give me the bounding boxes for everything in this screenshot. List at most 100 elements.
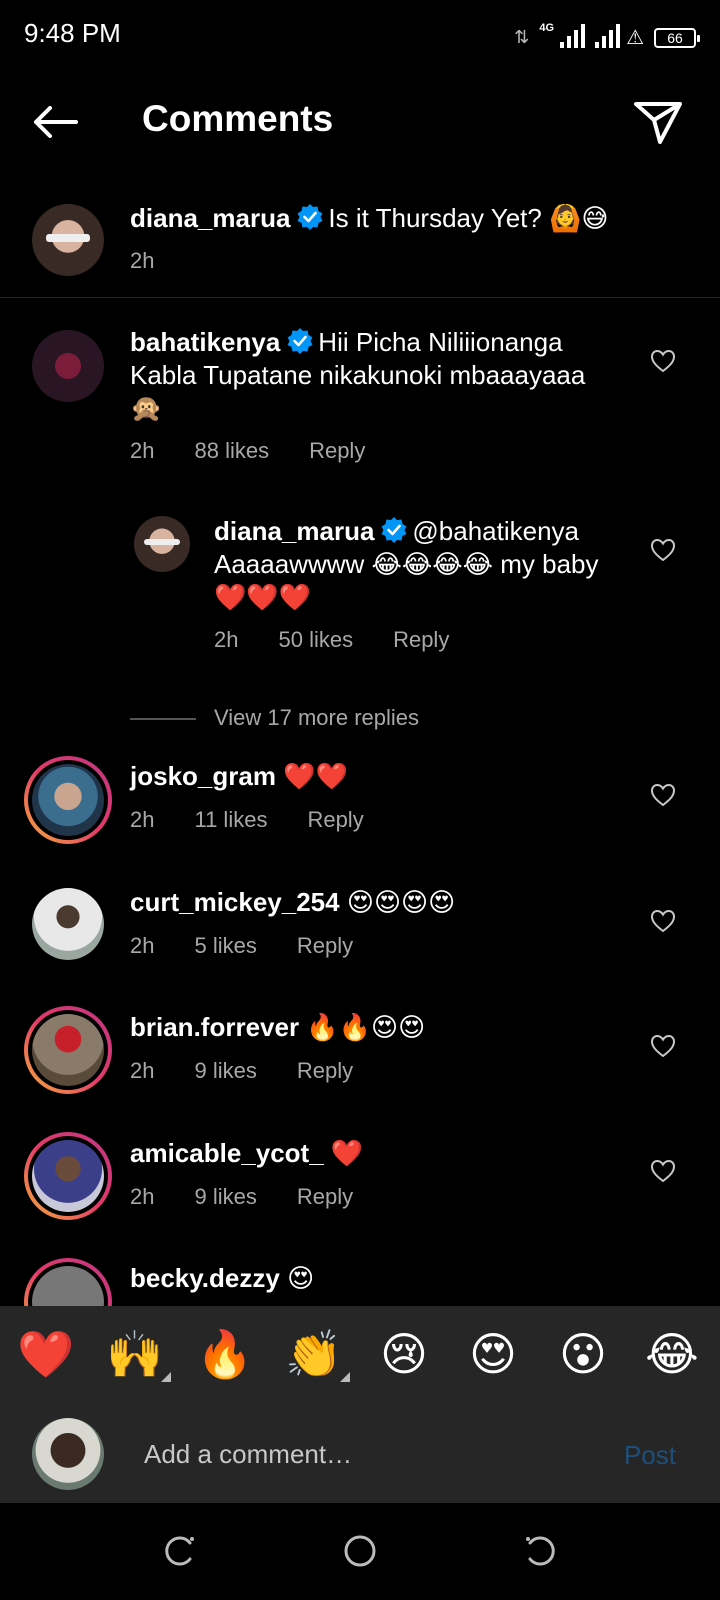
likes-count[interactable]: 88 likes xyxy=(194,438,269,464)
share-icon[interactable] xyxy=(632,96,684,148)
timestamp: 2h xyxy=(130,438,155,463)
comment-text: becky.dezzy 😍 xyxy=(130,1262,620,1295)
caption-text: diana_marua Is it Thursday Yet? 🙆😅 xyxy=(130,202,690,235)
likes-count[interactable]: 9 likes xyxy=(194,1184,256,1210)
reply-button[interactable]: Reply xyxy=(297,1184,353,1210)
skin-tone-indicator-icon xyxy=(161,1372,171,1382)
avatar[interactable] xyxy=(32,330,104,402)
likes-count[interactable]: 9 likes xyxy=(194,1058,256,1084)
back-nav-icon[interactable] xyxy=(522,1533,558,1569)
avatar[interactable] xyxy=(24,1006,112,1094)
comment-text: diana_marua @bahatikenya Aaaaawwww 😂😂😂😂 m… xyxy=(214,515,614,614)
battery-icon: 66 xyxy=(654,28,700,48)
current-user-avatar xyxy=(32,1418,104,1490)
page-title: Comments xyxy=(142,98,334,139)
emoji-heart-button[interactable]: ❤️ xyxy=(16,1324,76,1384)
reply-button[interactable]: Reply xyxy=(309,438,365,464)
quick-emoji-bar: ❤️ 🙌 🔥 👏 😢 😍 😮 😂 xyxy=(0,1324,720,1384)
username[interactable]: diana_marua xyxy=(214,516,374,546)
timestamp: 2h xyxy=(130,933,155,958)
battery-level: 66 xyxy=(667,30,683,46)
username[interactable]: bahatikenya xyxy=(130,327,280,357)
post-button[interactable]: Post xyxy=(624,1440,676,1471)
likes-count[interactable]: 5 likes xyxy=(194,933,256,959)
skin-tone-indicator-icon xyxy=(340,1372,350,1382)
comment-body: ❤️❤️ xyxy=(283,761,348,791)
like-heart-icon[interactable] xyxy=(650,348,676,374)
avatar[interactable] xyxy=(134,516,190,572)
reply-button[interactable]: Reply xyxy=(297,933,353,959)
emoji-crying-button[interactable]: 😢 xyxy=(374,1324,434,1384)
caption-meta: 2h xyxy=(130,248,194,274)
avatar[interactable] xyxy=(24,1132,112,1220)
reply-button[interactable]: Reply xyxy=(307,807,363,833)
timestamp: 2h xyxy=(130,1058,155,1083)
emoji-surprised-button[interactable]: 😮 xyxy=(553,1324,613,1384)
like-heart-icon[interactable] xyxy=(650,1158,676,1184)
likes-count[interactable]: 11 likes xyxy=(194,807,267,833)
view-more-replies-button[interactable]: View 17 more replies xyxy=(214,705,419,731)
reply-button[interactable]: Reply xyxy=(393,627,449,653)
comment-body: ❤️ xyxy=(330,1138,364,1168)
replies-divider xyxy=(130,718,196,720)
reply-button[interactable]: Reply xyxy=(297,1058,353,1084)
back-arrow-icon[interactable] xyxy=(28,100,84,144)
emoji-raised-hands-button[interactable]: 🙌 xyxy=(105,1324,171,1384)
comment-meta: 2h 9 likes Reply xyxy=(130,1184,393,1210)
likes-count[interactable]: 50 likes xyxy=(278,627,353,653)
recent-apps-icon[interactable] xyxy=(162,1533,198,1569)
signal-icon xyxy=(560,24,586,48)
comment-composer-panel: ❤️ 🙌 🔥 👏 😢 😍 😮 😂 Post xyxy=(0,1306,720,1503)
username[interactable]: becky.dezzy xyxy=(130,1263,280,1293)
emoji-glyph: 🙌 xyxy=(106,1327,164,1381)
username[interactable]: josko_gram xyxy=(130,761,276,791)
signal-icon-2 xyxy=(595,24,621,48)
avatar[interactable] xyxy=(24,756,112,844)
timestamp: 2h xyxy=(130,248,155,273)
username[interactable]: amicable_ycot_ xyxy=(130,1138,324,1168)
timestamp: 2h xyxy=(130,1184,155,1209)
status-icons: ⇅ 4G ⚠ 66 xyxy=(514,16,700,49)
header: Comments xyxy=(0,80,720,164)
comment-input[interactable] xyxy=(144,1434,584,1474)
comment-text: curt_mickey_254 😍😍😍😍 xyxy=(130,886,620,919)
divider xyxy=(0,297,720,298)
comment-body: 🔥🔥😍😍 xyxy=(306,1012,426,1042)
emoji-fire-button[interactable]: 🔥 xyxy=(195,1324,255,1384)
status-time: 9:48 PM xyxy=(24,18,121,48)
system-nav-bar xyxy=(0,1503,720,1600)
comment-meta: 2h 88 likes Reply xyxy=(130,438,405,464)
comment-meta: 2h 5 likes Reply xyxy=(130,933,393,959)
verified-badge-icon xyxy=(381,517,407,543)
status-bar: 9:48 PM ⇅ 4G ⚠ 66 xyxy=(0,0,720,64)
like-heart-icon[interactable] xyxy=(650,782,676,808)
username[interactable]: curt_mickey_254 xyxy=(130,887,340,917)
caption-body: Is it Thursday Yet? 🙆😅 xyxy=(328,203,609,233)
like-heart-icon[interactable] xyxy=(650,908,676,934)
avatar[interactable] xyxy=(32,888,104,960)
timestamp: 2h xyxy=(214,627,239,652)
data-transfer-icon: ⇅ xyxy=(514,27,530,47)
comment-text: amicable_ycot_ ❤️ xyxy=(130,1137,620,1170)
comment-meta: 2h 9 likes Reply xyxy=(130,1058,393,1084)
emoji-glyph: 👏 xyxy=(285,1327,343,1381)
verified-badge-icon xyxy=(287,328,313,354)
emoji-clap-button[interactable]: 👏 xyxy=(284,1324,350,1384)
comment-text: bahatikenya Hii Picha Niliiionanga Kabla … xyxy=(130,326,620,425)
comment-text: josko_gram ❤️❤️ xyxy=(130,760,620,793)
comment-meta: 2h 50 likes Reply xyxy=(214,627,489,653)
verified-badge-icon xyxy=(297,204,323,230)
username[interactable]: diana_marua xyxy=(130,203,290,233)
emoji-heart-eyes-button[interactable]: 😍 xyxy=(463,1324,523,1384)
home-icon[interactable] xyxy=(342,1533,378,1569)
comment-body: 😍 xyxy=(287,1263,315,1293)
avatar[interactable] xyxy=(32,204,104,276)
network-type-label: 4G xyxy=(539,22,555,34)
comment-body: 😍😍😍😍 xyxy=(346,887,456,917)
like-heart-icon[interactable] xyxy=(650,1033,676,1059)
comment-text: brian.forrever 🔥🔥😍😍 xyxy=(130,1011,620,1044)
username[interactable]: brian.forrever xyxy=(130,1012,299,1042)
warning-icon: ⚠ xyxy=(626,27,644,49)
emoji-laughing-button[interactable]: 😂 xyxy=(642,1324,702,1384)
like-heart-icon[interactable] xyxy=(650,537,676,563)
